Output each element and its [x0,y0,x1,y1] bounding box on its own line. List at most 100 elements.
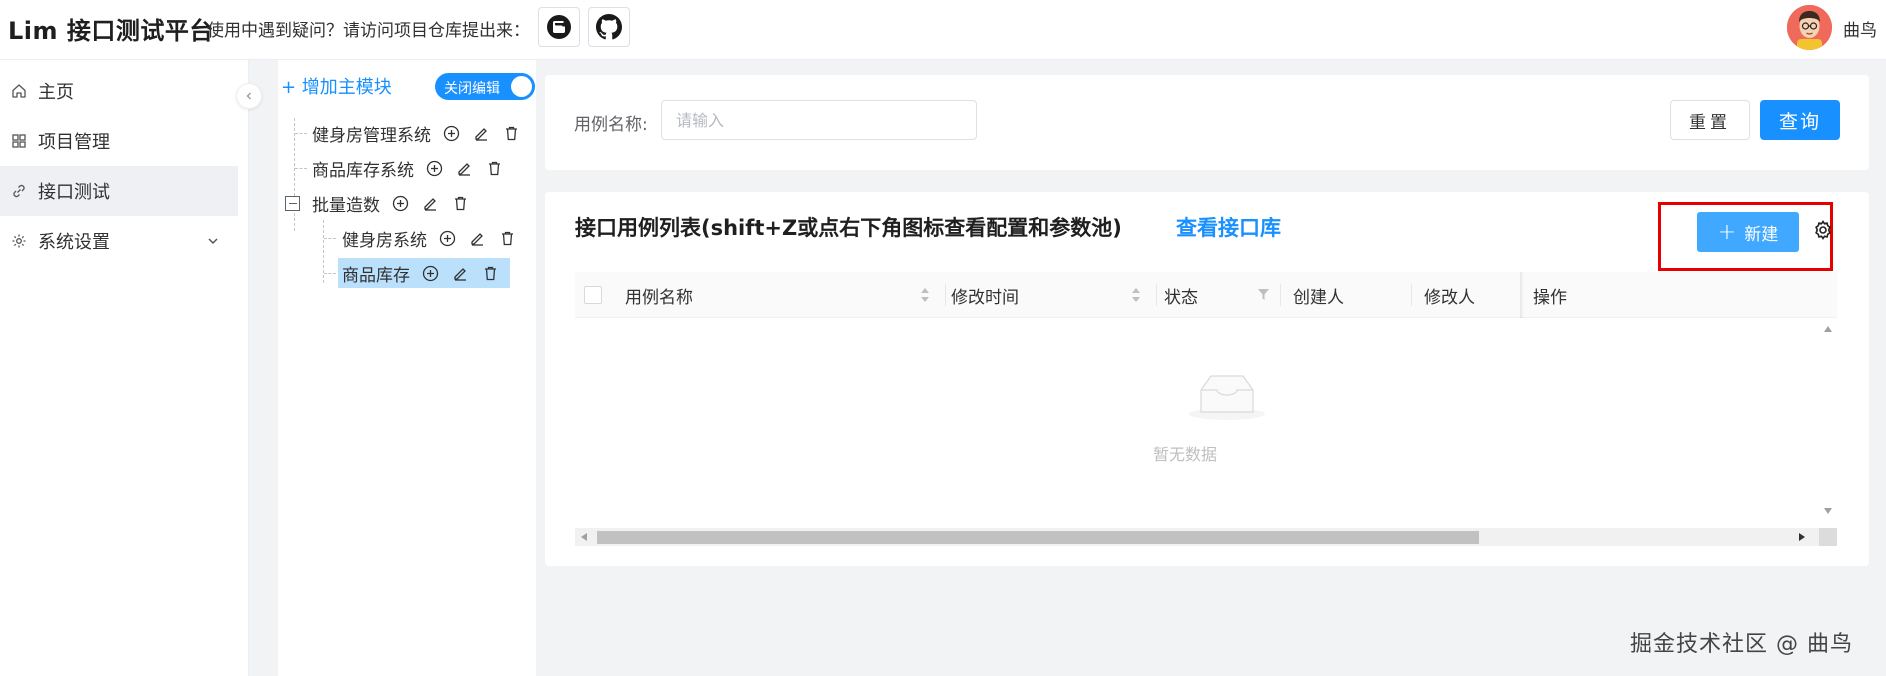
add-module-link[interactable]: + 增加主模块 [281,73,392,99]
github-icon [596,14,622,40]
add-circle-icon[interactable] [390,193,410,213]
case-name-input[interactable] [661,100,977,140]
empty-state-text: 暂无数据 [1152,445,1217,464]
column-header-modifier[interactable]: 修改人 [1424,272,1475,318]
sidebar-collapse-button[interactable] [236,83,262,109]
watermark: 掘金技术社区 @ 曲鸟 [1630,632,1853,657]
tree-node[interactable]: 商品库存系统 [312,153,514,183]
edit-icon[interactable] [420,193,440,213]
chevron-left-icon [246,92,251,100]
home-icon [10,82,28,100]
sidebar: 主页 项目管理 接口测试 系统设置 [0,60,249,676]
column-divider [1156,284,1157,306]
gitee-icon [547,15,571,39]
table-header: 用例名称 修改时间 状态 创建人 修改人 操作 [575,272,1837,318]
tree-connector [324,273,336,274]
add-circle-icon[interactable] [424,158,444,178]
sidebar-item-settings[interactable]: 系统设置 [0,216,238,266]
tree-node-label: 批量造数 [312,195,380,216]
delete-icon[interactable] [484,158,504,178]
sidebar-item-home[interactable]: 主页 [0,66,238,116]
case-name-label: 用例名称: [574,115,648,135]
empty-inbox-icon [1189,375,1265,420]
delete-icon[interactable] [480,263,500,283]
user-avatar[interactable] [1787,5,1832,50]
column-divider [1280,284,1281,306]
column-header-modified-time[interactable]: 修改时间 [951,272,1019,318]
sidebar-item-label: 主页 [38,82,74,103]
tree-node[interactable]: 健身房系统 [342,223,527,253]
case-list-card: 接口用例列表(shift+Z或点右下角图标查看配置和参数池) 查看接口库 + 新… [545,192,1869,566]
link-icon [10,182,28,200]
toggle-knob [511,76,532,97]
module-tree-panel: + 增加主模块 关闭编辑 健身房管理系统 商品库存系统 批量造数 健身房系统 商… [278,60,536,676]
edit-mode-toggle[interactable]: 关闭编辑 [435,73,535,100]
column-header-actions: 操作 [1533,287,1567,308]
query-button[interactable]: 查询 [1760,100,1840,140]
gear-icon [10,232,28,250]
header-tagline: 使用中遇到疑问？请访问项目仓库提出来： [207,21,530,41]
view-api-library-link[interactable]: 查看接口库 [1176,212,1281,242]
sidebar-item-projects[interactable]: 项目管理 [0,116,238,166]
collapse-node-toggle[interactable] [285,196,300,211]
github-button[interactable] [588,7,630,47]
reset-button[interactable]: 重置 [1670,100,1750,140]
tree-node-label: 商品库存系统 [312,160,414,181]
sidebar-item-label: 项目管理 [38,132,110,153]
edit-icon[interactable] [467,228,487,248]
sidebar-item-api-test[interactable]: 接口测试 [0,166,238,216]
new-case-button[interactable]: + 新建 [1697,212,1799,252]
scroll-right-icon[interactable] [1799,533,1805,541]
tree-node[interactable]: 健身房管理系统 [312,118,531,148]
list-title: 接口用例列表(shift+Z或点右下角图标查看配置和参数池) [575,216,1122,240]
tree-node-label: 健身房管理系统 [312,125,431,146]
column-divider [1411,284,1412,306]
plus-icon: + [1717,219,1737,245]
scrollbar-corner [1819,528,1837,546]
tree-node-selected[interactable]: 商品库存 [338,258,510,288]
add-circle-icon[interactable] [420,263,440,283]
gitee-button[interactable] [538,7,580,47]
edit-icon[interactable] [450,263,470,283]
sort-icon[interactable] [1131,287,1141,303]
horizontal-scrollbar[interactable] [575,528,1837,546]
sort-icon[interactable] [920,287,930,303]
column-header-case-name[interactable]: 用例名称 [625,272,693,318]
scrollbar-thumb[interactable] [597,531,1479,544]
delete-icon[interactable] [497,228,517,248]
settings-gear-icon[interactable] [1812,219,1834,241]
select-all-checkbox[interactable] [584,286,602,304]
add-circle-icon[interactable] [437,228,457,248]
tree-connector [295,168,307,169]
tree-connector [295,133,307,134]
scroll-left-icon[interactable] [581,533,587,541]
sidebar-item-label: 系统设置 [38,232,110,253]
new-case-label: 新建 [1744,224,1779,245]
tree-node-label: 商品库存 [342,265,410,286]
add-circle-icon[interactable] [441,123,461,143]
sidebar-item-label: 接口测试 [38,182,110,203]
column-header-creator[interactable]: 创建人 [1293,272,1344,318]
filter-icon[interactable] [1257,288,1270,301]
scroll-up-icon[interactable] [1824,326,1832,332]
edit-icon[interactable] [454,158,474,178]
top-header: Lim 接口测试平台 使用中遇到疑问？请访问项目仓库提出来： 曲鸟 [0,0,1886,60]
grid-icon [10,132,28,150]
column-header-status[interactable]: 状态 [1164,272,1198,318]
column-divider [945,284,946,306]
tree-node-label: 健身房系统 [342,230,427,251]
table-body: 暂无数据 [575,318,1837,520]
delete-icon[interactable] [501,123,521,143]
vertical-scrollbar[interactable] [1819,318,1837,520]
username[interactable]: 曲鸟 [1843,16,1877,41]
tree-node[interactable]: 批量造数 [312,188,480,218]
app-logo[interactable]: Lim 接口测试平台 [8,11,214,46]
avatar-icon [1787,5,1832,50]
scroll-down-icon[interactable] [1824,508,1832,514]
search-card: 用例名称: 重置 查询 [545,75,1869,170]
chevron-down-icon [206,232,220,253]
edit-icon[interactable] [471,123,491,143]
tree-connector [324,238,336,239]
tree-connector [294,118,295,231]
delete-icon[interactable] [450,193,470,213]
